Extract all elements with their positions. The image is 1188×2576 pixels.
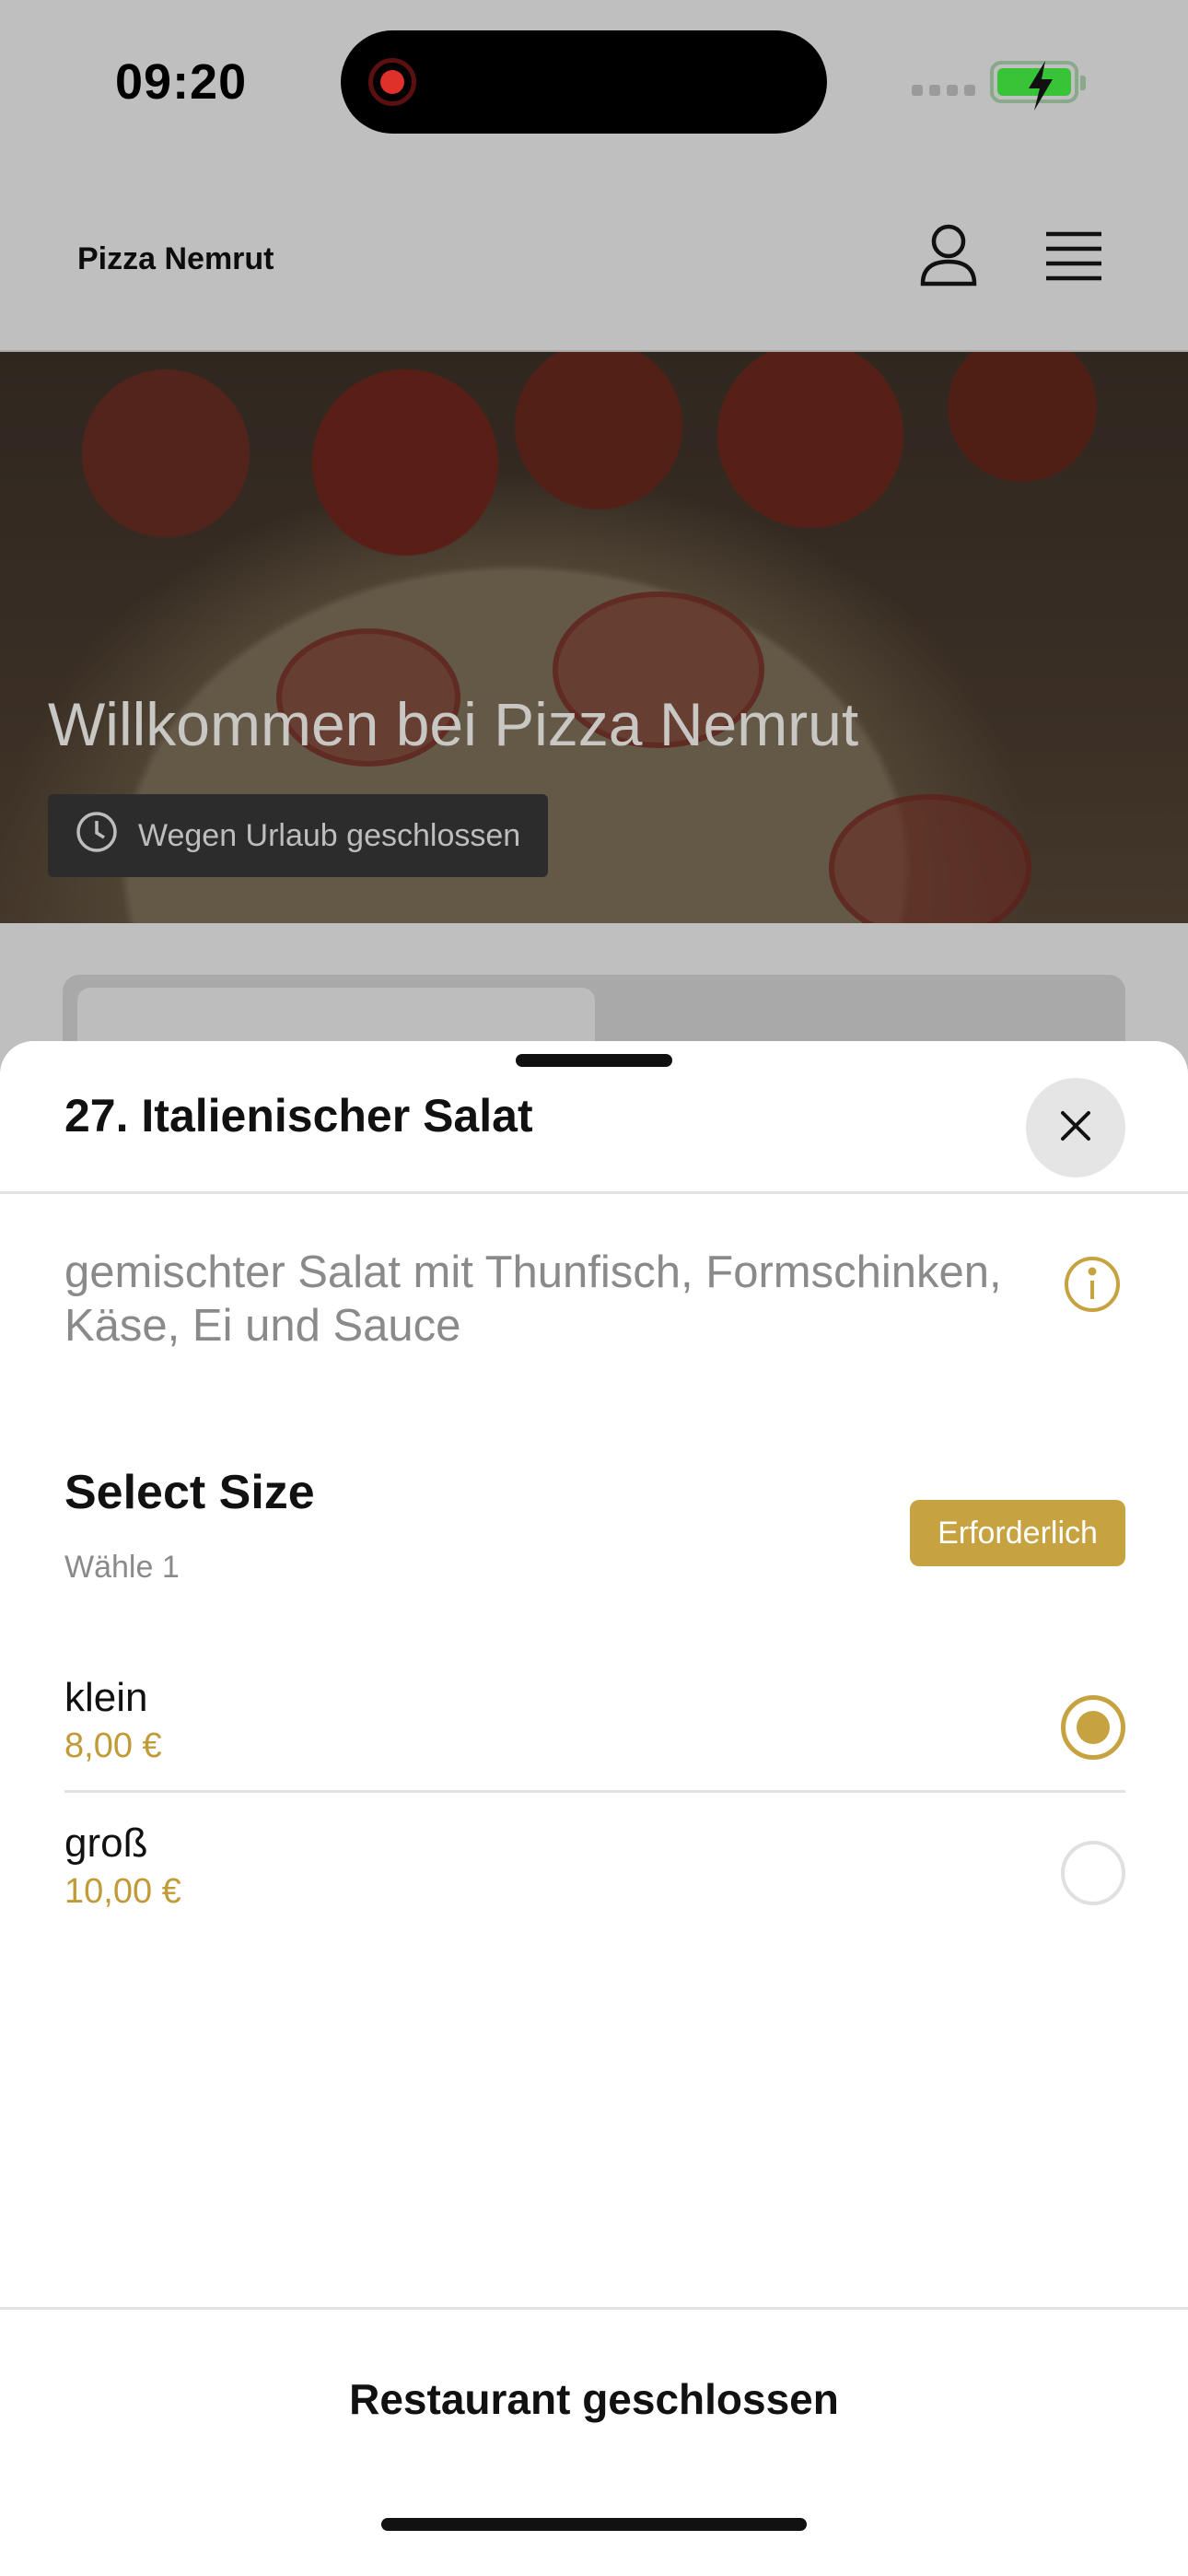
status-bar: 09:20: [0, 0, 1188, 175]
close-icon: [1057, 1107, 1094, 1149]
sheet-footer: Restaurant geschlossen: [0, 2307, 1188, 2576]
radio-selected[interactable]: [1061, 1695, 1125, 1760]
battery-icon: [990, 61, 1086, 111]
size-option-gross[interactable]: groß 10,00 €: [64, 1795, 1125, 1938]
item-description: gemischter Salat mit Thunfisch, Formschi…: [64, 1247, 1002, 1351]
status-time: 09:20: [115, 54, 248, 110]
app-header: Pizza Nemrut: [0, 175, 1188, 352]
menu-icon[interactable]: [1044, 230, 1103, 290]
sheet-grabber[interactable]: [516, 1054, 672, 1067]
required-badge: Erforderlich: [910, 1500, 1125, 1566]
hero-title: Willkommen bei Pizza Nemrut: [48, 690, 859, 758]
option-group-title: Select Size: [64, 1466, 315, 1519]
option-name: klein: [64, 1675, 148, 1720]
info-icon[interactable]: [1063, 1255, 1122, 1318]
restaurant-closed-button[interactable]: Restaurant geschlossen: [0, 2374, 1188, 2424]
option-group-subtitle: Wähle 1: [64, 1550, 180, 1585]
option-price: 8,00 €: [64, 1727, 162, 1765]
item-sheet: 27. Italienischer Salat gemischter Salat…: [0, 1041, 1188, 2576]
brand-name[interactable]: Pizza Nemrut: [77, 241, 274, 277]
record-icon: [368, 58, 416, 106]
dynamic-island: [341, 30, 827, 134]
option-price: 10,00 €: [64, 1872, 181, 1911]
clock-icon: [76, 811, 118, 861]
hero-banner: Willkommen bei Pizza Nemrut Wegen Urlaub…: [0, 352, 1188, 923]
sheet-header: 27. Italienischer Salat: [0, 1067, 1188, 1194]
radio-unselected[interactable]: [1061, 1841, 1125, 1905]
item-title: 27. Italienischer Salat: [64, 1090, 533, 1142]
closed-status-text: Wegen Urlaub geschlossen: [138, 817, 521, 853]
close-button[interactable]: [1026, 1078, 1125, 1177]
size-option-klein[interactable]: klein 8,00 €: [64, 1649, 1125, 1793]
home-indicator: [381, 2518, 807, 2531]
signal-icon: [912, 85, 975, 96]
closed-status-badge: Wegen Urlaub geschlossen: [48, 794, 549, 877]
option-name: groß: [64, 1821, 148, 1866]
user-icon[interactable]: [919, 223, 978, 294]
